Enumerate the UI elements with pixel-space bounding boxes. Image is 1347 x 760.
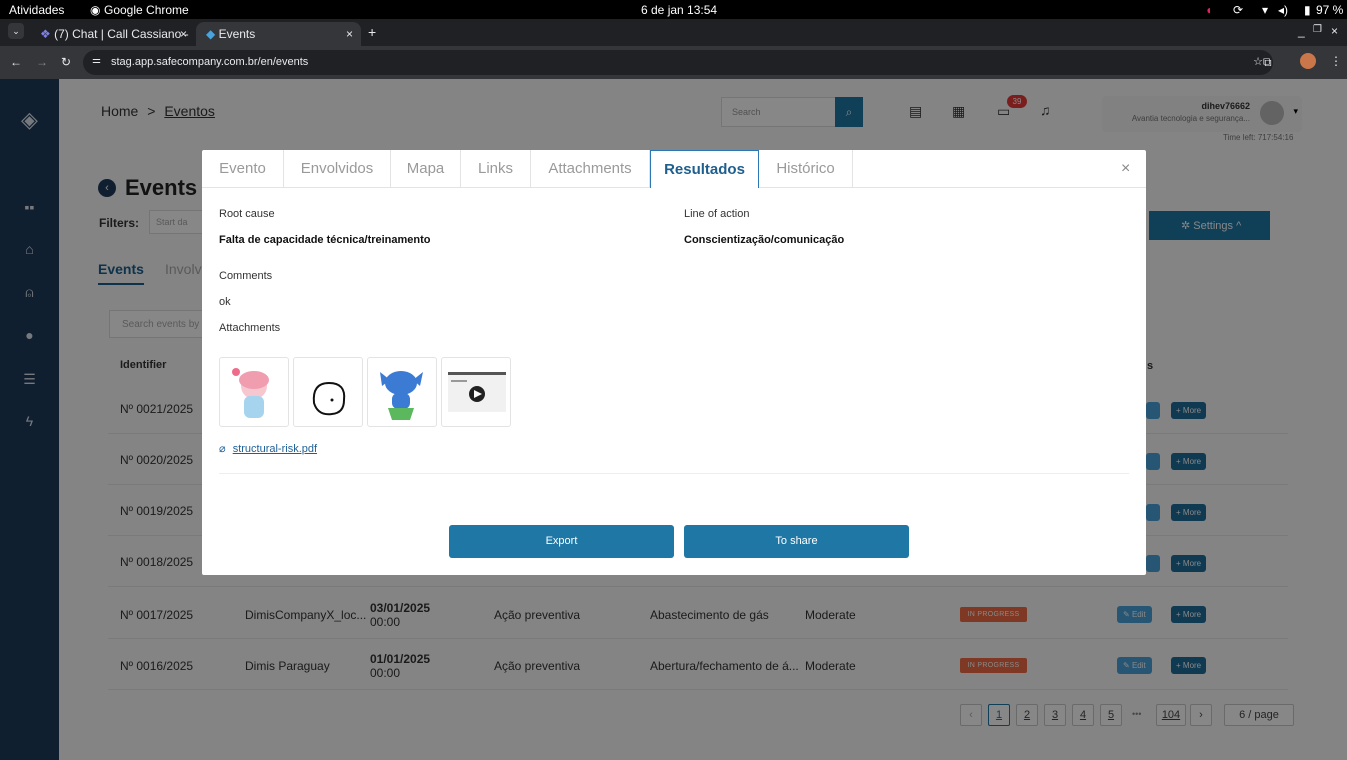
bookmark-star-icon[interactable]: ☆ [1253,55,1263,68]
battery-icon: ▮ [1304,3,1311,17]
tab-chat-label: (7) Chat | Call Cassiano - [54,27,189,41]
paperclip-icon: ⌀ [219,443,226,455]
line-of-action-value: Conscientização/comunicação [684,234,845,246]
modal-tab-resultados[interactable]: Resultados [650,150,759,188]
profile-avatar[interactable] [1300,53,1316,69]
sync-icon: ⟳ [1233,3,1244,17]
browser-tab-strip: ⌄ ❖ (7) Chat | Call Cassiano - × ◆ Event… [0,19,1347,46]
attachment-thumbnail-video[interactable] [441,357,511,427]
root-cause-label: Root cause [219,208,275,220]
browser-toolbar: ← → ↻ ⚌ stag.app.safecompany.com.br/en/e… [0,46,1347,79]
tab-events[interactable]: ◆ Events × [196,22,361,46]
reload-icon[interactable]: ↻ [61,55,71,69]
attachment-file-name: structural-risk.pdf [232,443,318,455]
attachments-label: Attachments [219,322,281,334]
tab-events-label: Events [218,27,256,41]
window-close-button[interactable]: × [1331,24,1338,38]
restore-button[interactable]: ❐ [1313,24,1322,35]
line-of-action-label: Line of action [684,208,750,220]
battery-level: 97 % [1316,3,1344,17]
minimize-button[interactable]: _ [1298,24,1305,38]
tab-search-button[interactable]: ⌄ [8,23,24,39]
new-tab-button[interactable]: + [368,24,376,40]
close-icon[interactable]: × [346,27,353,41]
volume-icon: ◂) [1278,3,1289,17]
attachment-file-link[interactable]: ⌀ structural-risk.pdf [219,442,317,455]
chrome-app-icon: ◉ [90,3,101,17]
close-icon[interactable]: × [1121,160,1130,178]
activities-button[interactable]: Atividades [9,3,64,17]
app-menu[interactable]: Google Chrome [104,3,189,17]
modal-tab-historico[interactable]: Histórico [759,150,853,188]
attachment-thumbnail-girl[interactable] [219,357,289,427]
root-cause-value: Falta de capacidade técnica/treinamento [219,234,431,246]
modal-tab-attachments[interactable]: Attachments [531,150,650,188]
event-details-modal: Evento Envolvidos Mapa Links Attachments… [202,150,1146,575]
comments-value: ok [219,296,231,308]
attachment-thumbnail-stitch[interactable] [367,357,437,427]
forward-icon[interactable]: → [36,55,48,69]
site-info-icon[interactable]: ⚌ [92,55,101,66]
status-app-icon: ◖ [1205,3,1213,17]
safecompany-icon: ◆ [206,27,216,41]
tab-chat[interactable]: ❖ (7) Chat | Call Cassiano - × [30,22,195,46]
comments-label: Comments [219,270,273,282]
extensions-icon[interactable]: ⧉ [1263,55,1272,70]
modal-tab-envolvidos[interactable]: Envolvidos [284,150,391,188]
modal-tab-evento[interactable]: Evento [202,150,284,188]
export-button[interactable]: Export [449,525,674,558]
wifi-icon: ▾ [1262,3,1269,17]
system-top-bar: Atividades ◉ Google Chrome 6 de jan 13:5… [0,0,1347,19]
address-bar[interactable]: ⚌ stag.app.safecompany.com.br/en/events … [83,50,1273,75]
back-icon[interactable]: ← [10,55,22,69]
chrome-menu-icon[interactable]: ⋮ [1330,54,1342,68]
modal-tab-mapa[interactable]: Mapa [391,150,461,188]
share-button[interactable]: To share [684,525,909,558]
attachment-thumbnail-ghost[interactable] [293,357,363,427]
close-icon[interactable]: × [180,27,187,41]
tab-divider [853,187,1146,188]
url-text: stag.app.safecompany.com.br/en/events [111,56,309,68]
clock[interactable]: 6 de jan 13:54 [641,3,717,17]
modal-tab-links[interactable]: Links [461,150,531,188]
teams-icon: ❖ [40,27,51,41]
section-divider [219,473,1129,474]
